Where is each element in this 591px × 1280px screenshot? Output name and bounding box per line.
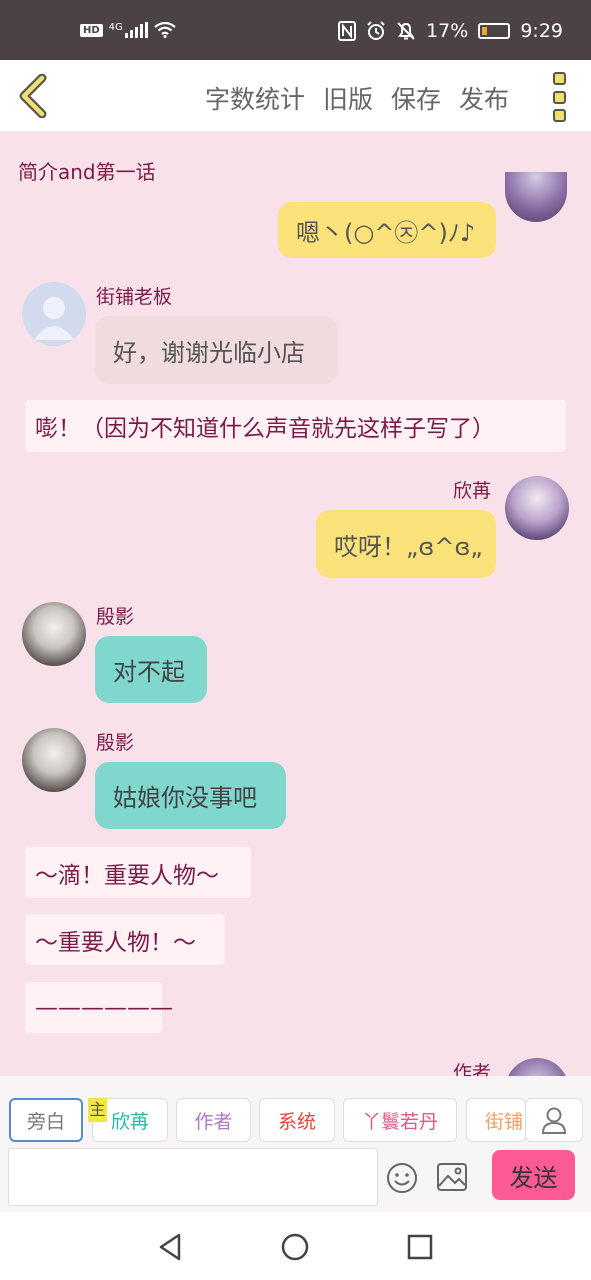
avatar[interactable] <box>22 728 86 792</box>
speaker-name: 街铺老板 <box>96 286 173 308</box>
avatar[interactable] <box>22 282 86 346</box>
toolbar-actions: 字数统计 旧版 保存 发布 <box>205 80 509 116</box>
avatar[interactable] <box>505 476 569 540</box>
old-version-button[interactable]: 旧版 <box>323 80 373 116</box>
more-dot-icon <box>552 109 566 122</box>
top-toolbar: 字数统计 旧版 保存 发布 <box>0 60 591 132</box>
more-menu-button[interactable] <box>548 70 570 124</box>
status-right: 17% 9:29 <box>338 20 563 42</box>
nav-recents-icon[interactable] <box>405 1232 435 1262</box>
battery-icon <box>478 23 511 39</box>
role-author[interactable]: 作者 <box>176 1098 251 1142</box>
smiley-icon <box>387 1163 417 1193</box>
wifi-icon <box>154 22 176 38</box>
avatar[interactable] <box>505 1058 569 1076</box>
avatar[interactable] <box>22 602 86 666</box>
message-bubble[interactable]: 嗯丶(○^㉨^)ﾉ♪ <box>278 202 496 258</box>
network-label: 4G <box>108 22 123 33</box>
hd-badge: HD <box>80 23 103 37</box>
image-icon <box>437 1163 467 1191</box>
clock: 9:29 <box>520 20 563 42</box>
battery-percent: 17% <box>426 20 469 42</box>
signal-icon <box>124 22 148 38</box>
narration-block[interactable]: ～滴！重要人物～ <box>25 847 251 898</box>
message-bubble[interactable]: 姑娘你没事吧 <box>95 762 286 829</box>
nav-back-icon[interactable] <box>155 1232 185 1262</box>
mute-bell-icon <box>397 22 415 40</box>
chat-area[interactable]: 简介and第一话 嗯丶(○^㉨^)ﾉ♪ 街铺老板 好，谢谢光临小店 嘭！（因为不… <box>0 132 591 1076</box>
speaker-name: 作者 <box>453 1062 492 1076</box>
speaker-name: 殷影 <box>96 732 135 754</box>
message-bubble[interactable]: 哎呀！„ɞ^ɞ„ <box>316 510 496 578</box>
person-icon <box>541 1107 567 1134</box>
status-bar: HD 4G 17% 9:29 <box>0 0 591 60</box>
role-system[interactable]: 系统 <box>259 1098 335 1142</box>
nfc-icon <box>338 21 357 41</box>
role-maid[interactable]: 丫鬟若丹 <box>343 1098 457 1142</box>
chapter-title: 简介and第一话 <box>18 160 156 184</box>
role-shop[interactable]: 街铺 <box>466 1098 526 1142</box>
image-button[interactable] <box>436 1162 468 1192</box>
save-button[interactable]: 保存 <box>391 80 441 116</box>
more-dot-icon <box>552 72 566 85</box>
more-dot-icon <box>552 90 566 104</box>
publish-button[interactable]: 发布 <box>459 80 509 116</box>
composer-bar: 发送 <box>0 1146 591 1212</box>
avatar[interactable] <box>505 172 567 222</box>
back-button[interactable] <box>14 73 54 119</box>
narration-block[interactable]: ～重要人物！～ <box>25 914 225 965</box>
speaker-name: 欣苒 <box>453 480 492 502</box>
emoji-button[interactable] <box>386 1162 418 1194</box>
narration-block[interactable]: 嘭！（因为不知道什么声音就先这样子写了） <box>25 400 566 452</box>
message-bubble[interactable]: 好，谢谢光临小店 <box>95 316 338 384</box>
narration-block[interactable]: —————— <box>25 982 173 1033</box>
role-manager-button[interactable] <box>525 1098 583 1142</box>
status-left: HD 4G <box>80 22 176 38</box>
message-input[interactable] <box>8 1148 378 1206</box>
default-avatar-icon <box>34 297 74 340</box>
speaker-name: 殷影 <box>96 606 135 628</box>
alarm-icon <box>367 21 385 40</box>
role-narrator[interactable]: 旁白 <box>9 1098 83 1142</box>
chevron-left-icon <box>19 73 47 119</box>
main-role-tag: 主 <box>88 1098 107 1122</box>
message-bubble[interactable]: 对不起 <box>95 636 207 703</box>
nav-home-icon[interactable] <box>280 1232 310 1262</box>
system-nav-bar <box>0 1212 591 1280</box>
word-count-button[interactable]: 字数统计 <box>205 80 305 116</box>
send-button[interactable]: 发送 <box>492 1150 575 1200</box>
